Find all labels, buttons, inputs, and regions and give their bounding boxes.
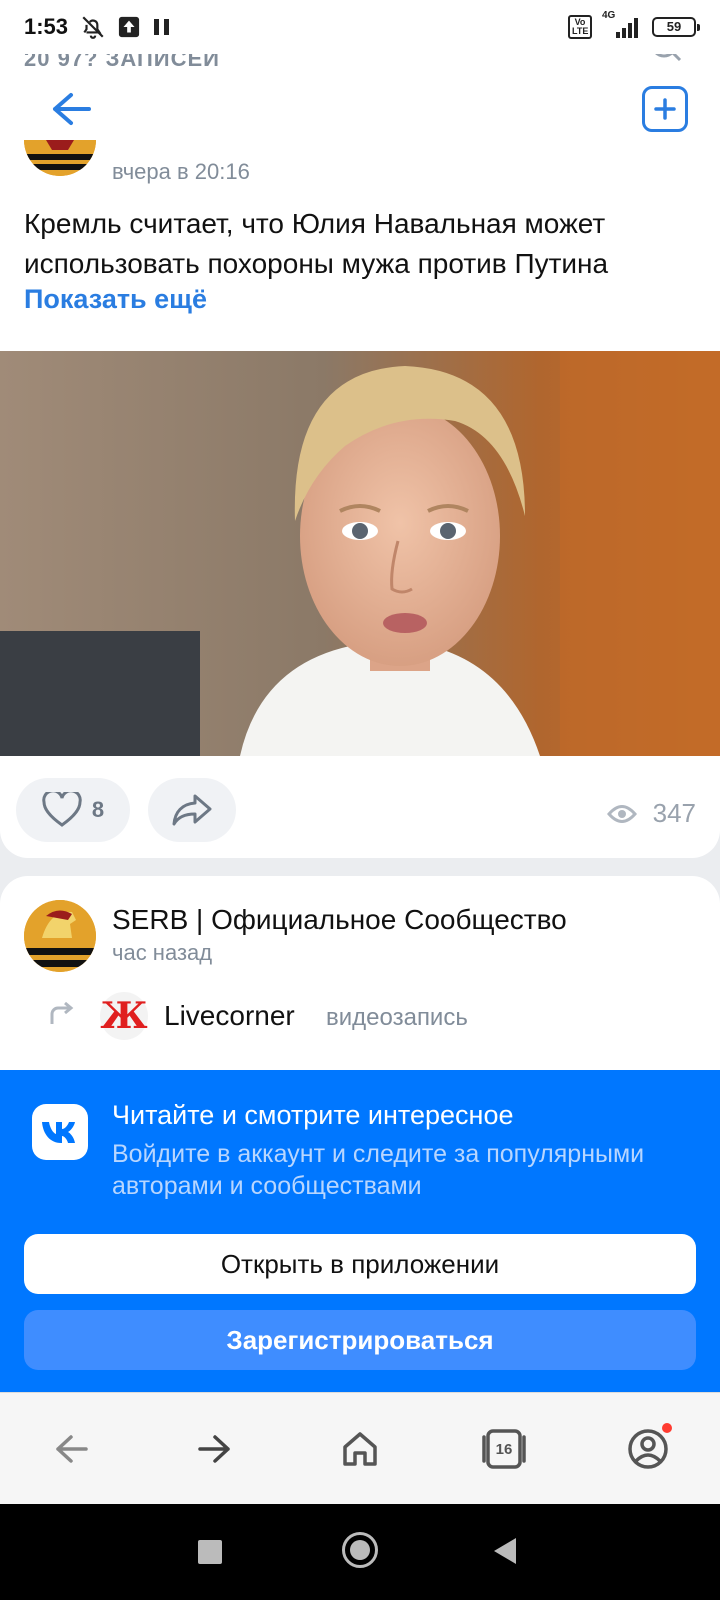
volte-badge: Vo LTE xyxy=(568,15,592,39)
community-avatar[interactable] xyxy=(24,900,96,972)
heart-icon xyxy=(42,792,82,827)
home-icon xyxy=(343,1432,377,1466)
bell-off-icon xyxy=(82,16,104,39)
pause-icon xyxy=(154,19,170,35)
eye-icon xyxy=(606,804,637,823)
status-bar: 1:53 Vo LTE 4G 59 xyxy=(0,0,720,54)
vk-logo-icon xyxy=(32,1104,88,1160)
tabs-count: 16 xyxy=(495,1440,513,1458)
show-more-link[interactable]: Показать ещё xyxy=(24,284,207,315)
like-button[interactable]: 8 xyxy=(16,778,130,842)
community-avatar[interactable] xyxy=(24,140,96,176)
back-button[interactable] xyxy=(46,84,96,134)
views-counter: 347 xyxy=(606,798,696,829)
share-icon xyxy=(172,794,212,826)
plus-icon xyxy=(654,98,676,120)
post-actions: 8 347 xyxy=(0,762,720,858)
repost-icon xyxy=(50,1002,74,1024)
browser-forward-button[interactable] xyxy=(186,1421,242,1477)
register-button[interactable]: Зарегистрироваться xyxy=(24,1310,696,1370)
post-card: вчера в 20:16 Кремль считает, что Юлия Н… xyxy=(0,140,720,858)
repost-author-name[interactable]: Livecorner xyxy=(164,1000,295,1032)
arrow-left-icon xyxy=(56,1435,88,1463)
browser-profile-button[interactable] xyxy=(620,1421,676,1477)
screen: 1:53 Vo LTE 4G 59 20 97? ЗАПИСЕЙ вчера в… xyxy=(0,0,720,1600)
browser-tabs-button[interactable]: 16 xyxy=(476,1421,532,1477)
banner-title: Читайте и смотрите интересное xyxy=(112,1100,514,1130)
notification-dot xyxy=(662,1423,672,1433)
open-in-app-button[interactable]: Открыть в приложении xyxy=(24,1234,696,1294)
browser-home-button[interactable] xyxy=(332,1421,388,1477)
status-time: 1:53 xyxy=(24,14,69,39)
recents-button[interactable] xyxy=(198,1540,222,1564)
browser-back-button[interactable] xyxy=(44,1421,100,1477)
post-time: вчера в 20:16 xyxy=(112,159,250,184)
home-button[interactable] xyxy=(342,1532,378,1568)
post-author[interactable]: SERB | Официальное Сообщество xyxy=(112,904,567,936)
arrow-left-icon xyxy=(53,93,91,125)
post-text: Кремль считает, что Юлия Навальная может… xyxy=(24,208,609,279)
upload-icon xyxy=(118,16,140,38)
add-post-button[interactable] xyxy=(642,86,688,132)
battery-indicator: 59 xyxy=(652,17,700,37)
post-photo[interactable] xyxy=(0,351,720,756)
back-triangle-button[interactable] xyxy=(494,1538,516,1564)
browser-toolbar: 16 xyxy=(0,1392,720,1504)
post-time: час назад xyxy=(112,940,213,965)
views-count: 347 xyxy=(652,798,696,828)
signal-icon: 4G xyxy=(602,10,642,40)
system-nav-bar xyxy=(0,1504,720,1600)
like-count: 8 xyxy=(91,797,105,822)
repost-author-avatar[interactable]: Ж xyxy=(100,992,148,1040)
profile-icon xyxy=(628,1429,668,1469)
repost-type: видеозапись xyxy=(326,1004,468,1031)
arrow-right-icon xyxy=(198,1435,230,1463)
vk-login-banner: Читайте и смотрите интересное Войдите в … xyxy=(0,1070,720,1392)
share-button[interactable] xyxy=(148,778,236,842)
banner-subtitle: Войдите в аккаунт и следите за популярны… xyxy=(112,1140,645,1200)
post-card: SERB | Официальное Сообщество час назад … xyxy=(0,876,720,1076)
